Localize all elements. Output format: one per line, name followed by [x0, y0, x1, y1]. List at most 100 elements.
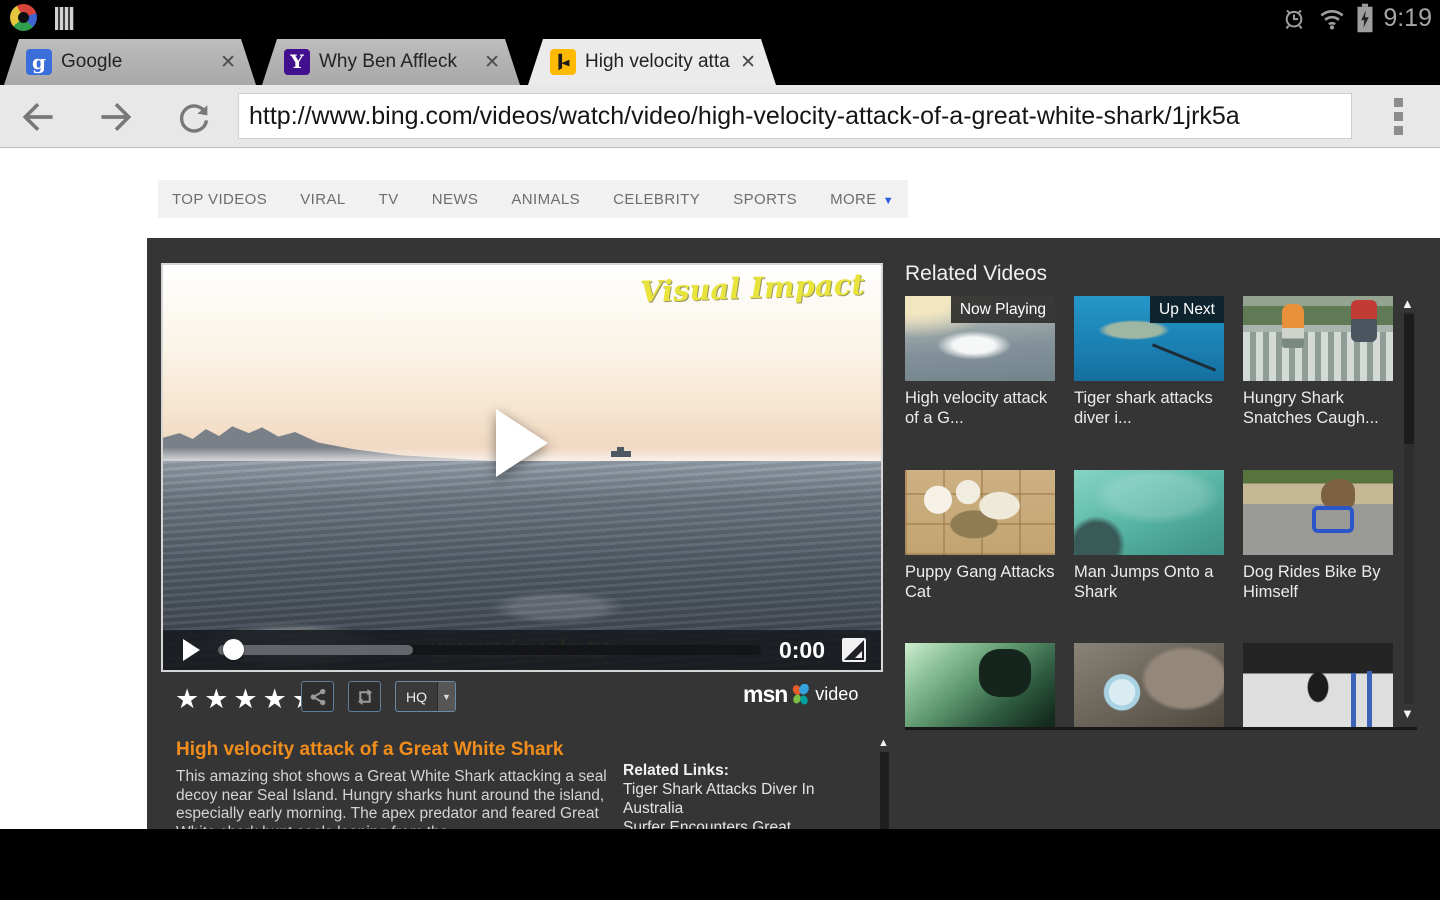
- battery-charging-icon: [1357, 3, 1373, 33]
- fullscreen-button[interactable]: [841, 637, 867, 663]
- quality-value: HQ: [406, 688, 427, 705]
- related-video-title[interactable]: Puppy Gang Attacks Cat: [905, 562, 1055, 602]
- up-next-badge: Up Next: [1150, 296, 1224, 323]
- related-video-thumbnail[interactable]: Now Playing: [905, 296, 1055, 381]
- pages-stack-icon: [55, 7, 74, 30]
- yahoo-favicon: Y: [284, 49, 310, 75]
- reload-button[interactable]: [174, 97, 214, 137]
- related-video-card[interactable]: Now Playing High velocity attack of a G.…: [905, 296, 1055, 428]
- related-video-thumbnail[interactable]: [1243, 470, 1393, 555]
- browser-toolbar: [0, 85, 1440, 148]
- overflow-menu-button[interactable]: [1394, 98, 1404, 136]
- tab-close-icon[interactable]: ✕: [740, 51, 756, 74]
- share-icon: [310, 688, 325, 705]
- related-video-title[interactable]: Man Jumps Onto a Shark: [1074, 562, 1224, 602]
- related-videos-header: Related Videos: [905, 262, 1048, 285]
- rating-stars[interactable]: ★★★★★: [175, 684, 321, 715]
- related-video-title[interactable]: High velocity attack of a G...: [905, 388, 1055, 428]
- chevron-down-icon: ▼: [437, 682, 455, 711]
- browser-tab-strip: g Google ✕ Y Why Ben Affleck ✕ High velo…: [0, 36, 1440, 118]
- related-video-card[interactable]: Dog Rides Bike By Himself: [1243, 470, 1393, 602]
- info-scroll-up-icon[interactable]: ▲: [878, 737, 889, 749]
- msn-video-logo: msn video: [743, 681, 858, 708]
- tab-title: Google: [61, 51, 123, 72]
- clock-time: 9:19: [1383, 4, 1432, 32]
- related-video-thumbnail[interactable]: [905, 643, 1055, 728]
- player-controls: 0:00: [163, 630, 881, 670]
- related-panel-divider: [905, 727, 1417, 730]
- related-video-thumbnail[interactable]: [1243, 643, 1393, 728]
- related-video-thumbnail[interactable]: [1074, 470, 1224, 555]
- msn-butterfly-icon: [793, 683, 810, 704]
- nav-news[interactable]: NEWS: [432, 191, 479, 208]
- related-video-title[interactable]: Tiger shark attacks diver i...: [1074, 388, 1224, 428]
- video-title: High velocity attack of a Great White Sh…: [176, 739, 564, 760]
- nav-celebrity[interactable]: CELEBRITY: [613, 191, 700, 208]
- quality-dropdown[interactable]: HQ ▼: [395, 681, 456, 712]
- related-video-card[interactable]: Hungry Shark Snatches Caugh...: [1243, 296, 1393, 428]
- nav-sports[interactable]: SPORTS: [733, 191, 797, 208]
- video-boat: [611, 447, 631, 457]
- google-favicon: g: [26, 49, 52, 75]
- related-video-card[interactable]: [905, 643, 1055, 728]
- bing-favicon: [550, 49, 576, 75]
- related-video-card[interactable]: Up Next Tiger shark attacks diver i...: [1074, 296, 1224, 428]
- play-overlay-button[interactable]: [496, 409, 548, 478]
- tab-title: Why Ben Affleck: [319, 51, 457, 72]
- tab-close-icon[interactable]: ✕: [484, 51, 500, 74]
- tab-title: High velocity atta: [585, 51, 730, 72]
- share-button[interactable]: [301, 681, 334, 712]
- related-video-title[interactable]: Hungry Shark Snatches Caugh...: [1243, 388, 1393, 428]
- seek-bar[interactable]: [218, 639, 761, 660]
- related-video-thumbnail[interactable]: Up Next: [1074, 296, 1224, 381]
- tab-bing-video-active[interactable]: High velocity atta ✕: [528, 39, 776, 85]
- info-scrollbar[interactable]: [880, 752, 889, 829]
- video-wordmark: video: [815, 684, 859, 704]
- embed-button[interactable]: [348, 681, 381, 712]
- seek-handle[interactable]: [223, 639, 244, 660]
- tab-close-icon[interactable]: ✕: [220, 51, 236, 74]
- elapsed-time: 0:00: [778, 636, 825, 663]
- back-button[interactable]: [16, 97, 60, 137]
- related-video-thumbnail[interactable]: [1074, 643, 1224, 728]
- video-frame[interactable]: Visual Impact www.visuals.tv 0:00: [163, 265, 881, 670]
- chrome-icon: [10, 4, 37, 31]
- related-link[interactable]: Tiger Shark Attacks Diver In Australia: [623, 781, 821, 818]
- chevron-down-icon: ▼: [882, 194, 894, 207]
- video-player[interactable]: Visual Impact www.visuals.tv 0:00: [161, 263, 883, 672]
- related-scrollbar-thumb[interactable]: [1404, 314, 1414, 444]
- nav-more[interactable]: MORE ▼: [830, 191, 894, 208]
- related-video-card[interactable]: [1243, 643, 1393, 728]
- android-screen: 9:19 g Google ✕ Y Why Ben Affleck ✕ High…: [0, 0, 1440, 900]
- url-input[interactable]: [238, 93, 1352, 139]
- buffered-bar: [218, 645, 414, 655]
- related-scroll-down-icon[interactable]: ▼: [1401, 706, 1414, 721]
- related-video-thumbnail[interactable]: [905, 470, 1055, 555]
- status-icons: 9:19: [1280, 0, 1432, 36]
- related-video-card[interactable]: Man Jumps Onto a Shark: [1074, 470, 1224, 602]
- nav-animals[interactable]: ANIMALS: [511, 191, 580, 208]
- tab-yahoo-article[interactable]: Y Why Ben Affleck ✕: [262, 39, 520, 85]
- alarm-clock-icon: [1285, 9, 1303, 30]
- related-scrollbar[interactable]: [1404, 312, 1414, 704]
- nav-viral[interactable]: VIRAL: [300, 191, 345, 208]
- related-scroll-up-icon[interactable]: ▲: [1401, 296, 1414, 311]
- related-links-header: Related Links:: [623, 762, 729, 779]
- msn-wordmark: msn: [743, 681, 788, 707]
- forward-button[interactable]: [94, 97, 138, 137]
- status-bar: 9:19: [0, 0, 1440, 36]
- related-video-thumbnail[interactable]: [1243, 296, 1393, 381]
- related-video-title[interactable]: Dog Rides Bike By Himself: [1243, 562, 1393, 602]
- wifi-icon: [1320, 10, 1344, 30]
- android-navbar: [0, 829, 1440, 900]
- related-video-card[interactable]: [1074, 643, 1224, 728]
- related-video-card[interactable]: Puppy Gang Attacks Cat: [905, 470, 1055, 602]
- video-page-panel: Visual Impact www.visuals.tv 0:00: [147, 238, 1440, 855]
- play-button[interactable]: [183, 639, 200, 661]
- tab-google[interactable]: g Google ✕: [4, 39, 256, 85]
- now-playing-badge: Now Playing: [950, 296, 1055, 323]
- nav-top-videos[interactable]: TOP VIDEOS: [172, 191, 267, 208]
- bing-category-nav: TOP VIDEOS VIRAL TV NEWS ANIMALS CELEBRI…: [158, 180, 908, 218]
- swap-arrows-icon: [357, 688, 372, 705]
- nav-tv[interactable]: TV: [379, 191, 399, 208]
